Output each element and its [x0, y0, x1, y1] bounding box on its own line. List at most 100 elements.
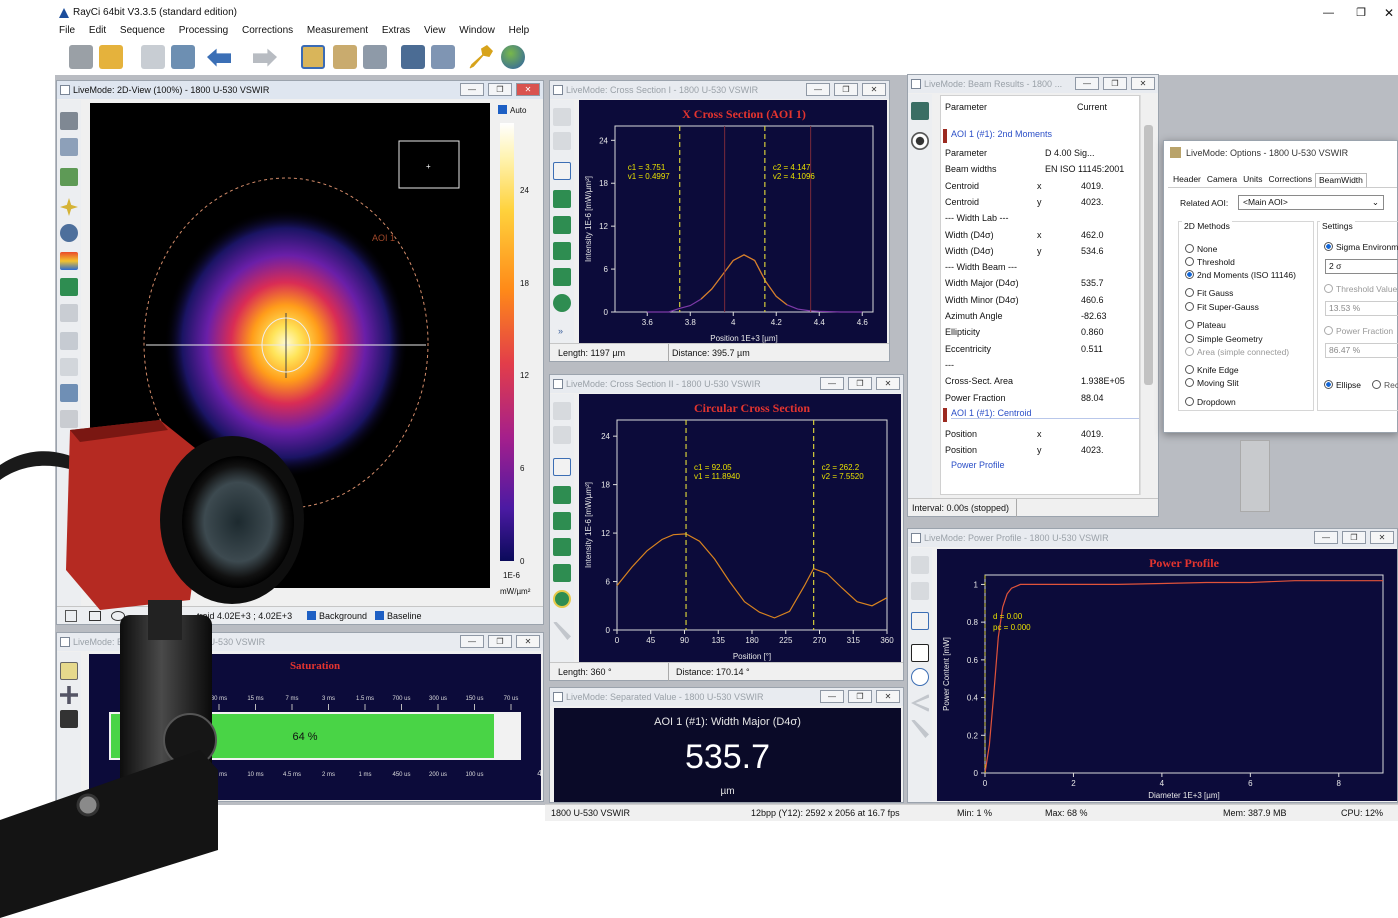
ellipse-radio[interactable]: Ellipse	[1324, 379, 1361, 391]
circle-aperture-icon[interactable]	[911, 668, 929, 686]
document-icon[interactable]	[333, 45, 357, 69]
remove-cursor-icon[interactable]	[911, 720, 929, 738]
method-radio[interactable]: Fit Gauss	[1185, 287, 1233, 299]
profile-tool-icon[interactable]	[60, 304, 78, 322]
menu-view[interactable]: View	[424, 25, 446, 36]
menu-extras[interactable]: Extras	[382, 25, 410, 36]
power-minimize-button[interactable]: —	[1314, 531, 1338, 544]
result-row[interactable]: --- Width Lab ---	[941, 210, 1139, 226]
method-radio[interactable]: Moving Slit	[1185, 377, 1239, 389]
view2d-restore-button[interactable]: ❐	[488, 83, 512, 96]
result-row[interactable]: Width (D4σ) y 534.6	[941, 243, 1139, 259]
cs2-close-button[interactable]: ✕	[876, 377, 900, 390]
result-row[interactable]: ---	[941, 357, 1139, 373]
method-radio[interactable]: None	[1185, 243, 1217, 255]
maximize-button[interactable]: ❐	[1356, 4, 1366, 22]
threshold-radio[interactable]: Threshold Value	[1324, 283, 1397, 295]
method-radio[interactable]: Plateau	[1185, 319, 1226, 331]
col-parameter-header[interactable]: Parameter	[945, 102, 987, 112]
col-current-header[interactable]: Current	[1077, 102, 1107, 112]
zoom-tool-icon[interactable]	[60, 224, 78, 242]
cs2-titlebar[interactable]: LiveMode: Cross Section II - 1800 U-530 …	[550, 375, 903, 393]
tab-header[interactable]: Header	[1170, 173, 1204, 187]
layers-tool-icon[interactable]	[60, 168, 78, 186]
grid-tool-icon[interactable]	[60, 384, 78, 402]
power-restore-button[interactable]: ❐	[1342, 531, 1366, 544]
undo-icon[interactable]	[207, 48, 231, 67]
menu-edit[interactable]: Edit	[89, 25, 106, 36]
save-icon[interactable]	[141, 45, 165, 69]
method-radio[interactable]: Dropdown	[1185, 396, 1236, 408]
rectangle-aperture-icon[interactable]	[911, 644, 929, 662]
result-row[interactable]: Position x 4019.	[941, 426, 1139, 442]
monitor-icon[interactable]	[401, 45, 425, 69]
remove-cursor-icon[interactable]	[553, 622, 571, 640]
result-row[interactable]: Eccentricity 0.511	[941, 341, 1139, 357]
threshold-input[interactable]: 13.53 %	[1325, 301, 1398, 316]
key-icon[interactable]	[469, 45, 493, 69]
camera-tool-icon[interactable]	[60, 112, 78, 130]
cs1-close-button[interactable]: ✕	[862, 83, 886, 96]
save-results-icon[interactable]	[911, 102, 929, 120]
horizontal-section-icon[interactable]	[553, 486, 571, 504]
anti-diagonal-section-icon[interactable]	[553, 564, 571, 582]
vertical-section-icon[interactable]	[553, 216, 571, 234]
cs1-restore-button[interactable]: ❐	[834, 83, 858, 96]
tab-beamwidth[interactable]: BeamWidth	[1314, 173, 1367, 187]
save-icon[interactable]	[911, 556, 929, 574]
section-power-profile[interactable]: Power Profile	[951, 460, 1005, 470]
table-icon[interactable]	[60, 358, 78, 376]
results-scroll-thumb[interactable]	[1144, 125, 1153, 385]
power-close-button[interactable]: ✕	[1370, 531, 1394, 544]
diagonal-section-icon[interactable]	[553, 538, 571, 556]
result-row[interactable]: Azimuth Angle -82.63	[941, 308, 1139, 324]
measurement-icon[interactable]	[301, 45, 325, 69]
auto-checkbox[interactable]: Auto	[498, 105, 526, 115]
anti-diagonal-section-icon[interactable]	[553, 268, 571, 286]
settings-icon[interactable]	[363, 45, 387, 69]
menu-help[interactable]: Help	[509, 25, 530, 36]
more-tools-button[interactable]: »	[558, 326, 563, 336]
method-radio[interactable]: 2nd Moments (ISO 11146)	[1185, 269, 1296, 281]
result-row[interactable]: --- Width Beam ---	[941, 259, 1139, 275]
menu-window[interactable]: Window	[459, 25, 495, 36]
result-row[interactable]: Parameter D 4.00 Sig...	[941, 145, 1139, 161]
result-row[interactable]: Position y 4023.	[941, 442, 1139, 458]
result-row[interactable]: Beam widths EN ISO 11145:2001	[941, 161, 1139, 177]
move-cursor-icon[interactable]	[553, 162, 571, 180]
image-icon[interactable]	[171, 45, 195, 69]
rect-radio[interactable]: Rec	[1372, 379, 1398, 391]
export-icon[interactable]	[553, 132, 571, 150]
dynamic-minimize-button[interactable]: —	[460, 635, 484, 648]
export-icon[interactable]	[553, 426, 571, 444]
separated-titlebar[interactable]: LiveMode: Separated Value - 1800 U-530 V…	[550, 688, 903, 706]
baseline-checkbox[interactable]: Baseline	[375, 607, 422, 625]
separated-minimize-button[interactable]: —	[820, 690, 844, 703]
result-row[interactable]: Centroid y 4023.	[941, 194, 1139, 210]
eye-icon[interactable]	[911, 132, 929, 150]
open-folder-icon[interactable]	[99, 45, 123, 69]
image-tool-icon[interactable]	[60, 138, 78, 156]
view2d-close-button[interactable]: ✕	[516, 83, 540, 96]
result-row[interactable]: Ellipticity 0.860	[941, 324, 1139, 340]
horizontal-section-icon[interactable]	[553, 190, 571, 208]
result-row[interactable]: Power Fraction 88.04	[941, 390, 1139, 406]
move-cursor-icon[interactable]	[553, 458, 571, 476]
back-icon[interactable]	[911, 694, 929, 712]
method-radio[interactable]: Fit Super-Gauss	[1185, 301, 1259, 313]
section-centroid[interactable]: AOI 1 (#1): Centroid	[951, 408, 1139, 419]
circular-section-icon[interactable]	[553, 590, 571, 608]
cs1-minimize-button[interactable]: —	[806, 83, 830, 96]
camera-icon[interactable]	[69, 45, 93, 69]
move-cursor-icon[interactable]	[911, 612, 929, 630]
minimize-button[interactable]: —	[1323, 4, 1334, 22]
menu-corrections[interactable]: Corrections	[242, 25, 293, 36]
view2d-minimize-button[interactable]: —	[460, 83, 484, 96]
heatmap-icon[interactable]	[60, 278, 78, 296]
result-row[interactable]: Centroid x 4019.	[941, 178, 1139, 194]
method-radio[interactable]: Area (simple connected)	[1185, 346, 1289, 358]
options-titlebar[interactable]: LiveMode: Options - 1800 U-530 VSWIR	[1164, 141, 1397, 165]
method-radio[interactable]: Simple Geometry	[1185, 333, 1263, 345]
view2d-titlebar[interactable]: LiveMode: 2D-View (100%) - 1800 U-530 VS…	[57, 81, 543, 99]
menu-measurement[interactable]: Measurement	[307, 25, 368, 36]
